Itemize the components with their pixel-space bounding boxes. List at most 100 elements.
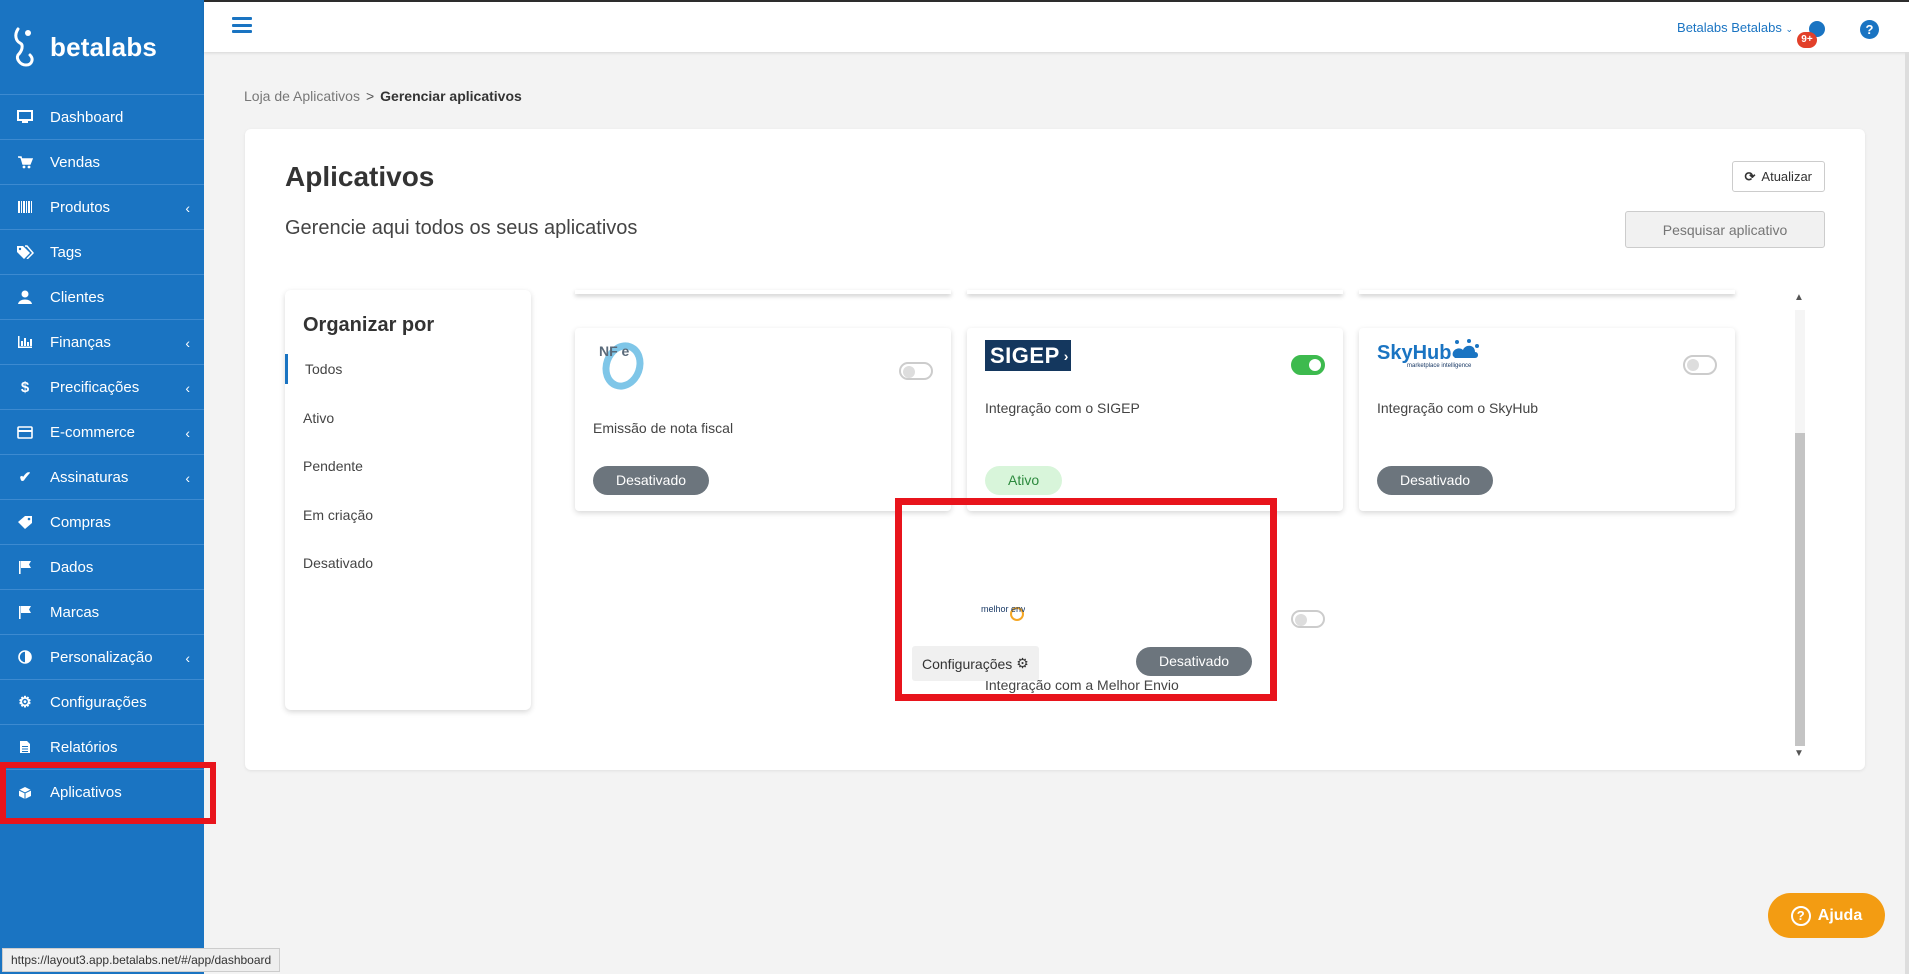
monitor-icon [16, 108, 34, 126]
sidebar-item-label: Personalização [50, 648, 153, 666]
tag-icon [16, 513, 34, 531]
app-toggle-skyhub[interactable] [1683, 355, 1717, 375]
chevron-left-icon: ‹ [185, 335, 190, 351]
cart-icon [16, 153, 34, 171]
user-icon [16, 288, 34, 306]
credit-card-icon [16, 423, 34, 441]
help-icon[interactable]: ? [1860, 20, 1879, 39]
main-panel: Aplicativos Gerencie aqui todos os seus … [245, 129, 1865, 770]
nfe-logo-text: NF e [599, 343, 630, 359]
sidebar-item-label: Produtos [50, 198, 111, 216]
user-name: Betalabs Betalabs [1677, 20, 1782, 35]
bar-chart-icon [16, 333, 34, 351]
hamburger-menu-icon[interactable] [232, 17, 252, 33]
sidebar-item-marcas[interactable]: Marcas [0, 590, 204, 635]
contrast-icon [16, 648, 34, 666]
filter-option-pendente[interactable]: Pendente [303, 458, 363, 474]
chevron-left-icon: ‹ [185, 380, 190, 396]
top-bar: Betalabs Betalabs ⌄ 9+ ? [204, 0, 1909, 52]
status-button-nfe[interactable]: Desativado [593, 466, 710, 495]
question-icon: ? [1790, 905, 1811, 926]
gear-icon: ⚙ [18, 694, 32, 711]
app-description: Integração com o SkyHub [1377, 400, 1539, 416]
app-description: Integração com o SIGEP [985, 400, 1140, 416]
settings-button-melhor-envio[interactable]: Configurações ⚙ [912, 646, 1039, 681]
highlight-box-aplicativos [0, 762, 216, 824]
status-button-skyhub[interactable]: Desativado [1377, 466, 1494, 495]
file-icon [16, 738, 34, 756]
chevron-left-icon: ‹ [185, 425, 190, 441]
status-button-melhor-envio[interactable]: Desativado [1136, 647, 1253, 676]
sidebar-item-label: Relatórios [50, 738, 118, 756]
brand-logo[interactable]: betalabs [0, 0, 204, 95]
sidebar-item-precificacoes[interactable]: $ Precificações ‹ [0, 365, 204, 410]
chevron-left-icon: ‹ [185, 200, 190, 216]
breadcrumb: Loja de Aplicativos > Gerenciar aplicativo… [244, 88, 522, 104]
status-bar-url: https://layout3.app.betalabs.net/#/app/d… [2, 948, 281, 972]
sidebar-item-label: Precificações [50, 378, 140, 396]
chevron-left-icon: ‹ [185, 470, 190, 486]
chevron-left-icon: ‹ [185, 650, 190, 666]
scroll-thumb[interactable] [1795, 433, 1805, 746]
apps-scrollbar[interactable]: ▲ ▼ [1793, 290, 1805, 764]
tags-icon [16, 243, 34, 261]
sidebar-item-clientes[interactable]: Clientes [0, 275, 204, 320]
sidebar-item-compras[interactable]: Compras [0, 500, 204, 545]
sidebar-nav: Dashboard Vendas Produtos ‹ Tags Cliente… [0, 95, 204, 815]
apps-list: NF e Emissão de nota fiscal Desativado S… [575, 290, 1805, 764]
filter-option-todos[interactable]: Todos [305, 361, 342, 377]
help-float-label: Ajuda [1817, 906, 1863, 924]
flag-icon [16, 603, 34, 621]
filter-option-ativo[interactable]: Ativo [303, 410, 334, 426]
skyhub-logo-text: SkyHub [1377, 342, 1452, 364]
sidebar-item-configuracoes[interactable]: ⚙ Configurações [0, 680, 204, 725]
sidebar-item-vendas[interactable]: Vendas [0, 140, 204, 185]
brand-name: betalabs [50, 31, 158, 62]
sidebar-item-label: Compras [50, 513, 111, 531]
gear-icon: ⚙ [1016, 655, 1029, 671]
sigep-logo: SIGEP › [985, 340, 1071, 371]
sidebar-item-label: Vendas [50, 153, 101, 171]
sidebar-item-label: Marcas [50, 603, 100, 621]
sidebar-item-label: Dados [50, 558, 94, 576]
sidebar-item-dashboard[interactable]: Dashboard [0, 95, 204, 140]
app-toggle-melhor-envio[interactable] [1291, 610, 1325, 628]
user-menu[interactable]: Betalabs Betalabs ⌄ [1677, 20, 1793, 35]
chevron-down-icon: ⌄ [1785, 24, 1793, 34]
sidebar-item-label: Tags [50, 243, 82, 261]
search-input[interactable] [1625, 211, 1825, 248]
refresh-button[interactable]: ⟳ Atualizar [1731, 161, 1825, 192]
app-card-sigep: SIGEP › Integração com o SIGEP Ativo [967, 328, 1343, 511]
help-float-button[interactable]: ? Ajuda [1768, 893, 1885, 938]
sidebar-item-label: E-commerce [50, 423, 136, 441]
skyhub-logo-subtext: marketplace intelligence [1407, 363, 1472, 369]
sidebar-item-financas[interactable]: Finanças ‹ [0, 320, 204, 365]
filter-option-em-criacao[interactable]: Em criação [303, 507, 373, 523]
sidebar-item-label: Configurações [50, 693, 147, 711]
sidebar-item-label: Clientes [50, 288, 105, 306]
scroll-down-icon[interactable]: ▼ [1793, 748, 1805, 759]
breadcrumb-link[interactable]: Loja de Aplicativos [244, 88, 360, 104]
scroll-up-icon[interactable]: ▲ [1793, 292, 1805, 303]
sidebar: betalabs Dashboard Vendas Produtos ‹ Tag… [0, 0, 216, 974]
sidebar-item-label: Dashboard [50, 108, 124, 126]
filter-option-desativado[interactable]: Desativado [303, 555, 373, 571]
sidebar-item-ecommerce[interactable]: E-commerce ‹ [0, 410, 204, 455]
settings-button-label: Configurações [922, 655, 1013, 672]
app-toggle-nfe[interactable] [899, 362, 933, 380]
page-scrollbar[interactable] [1905, 52, 1909, 974]
betalabs-logo-icon [14, 27, 34, 67]
sidebar-item-label: Finanças [50, 333, 111, 351]
sidebar-item-produtos[interactable]: Produtos ‹ [0, 185, 204, 230]
sidebar-item-tags[interactable]: Tags [0, 230, 204, 275]
app-toggle-sigep[interactable] [1291, 355, 1325, 375]
status-button-sigep[interactable]: Ativo [985, 466, 1063, 495]
app-description: Emissão de nota fiscal [593, 420, 734, 436]
card-edge [575, 290, 951, 294]
sidebar-item-dados[interactable]: Dados [0, 545, 204, 590]
sidebar-item-label: Assinaturas [50, 468, 129, 486]
notification-badge: 9+ [1797, 32, 1817, 48]
sidebar-item-personalizacao[interactable]: Personalização ‹ [0, 635, 204, 680]
sidebar-item-assinaturas[interactable]: ✔ Assinaturas ‹ [0, 455, 204, 500]
app-card-nfe: NF e Emissão de nota fiscal Desativado [575, 328, 951, 511]
